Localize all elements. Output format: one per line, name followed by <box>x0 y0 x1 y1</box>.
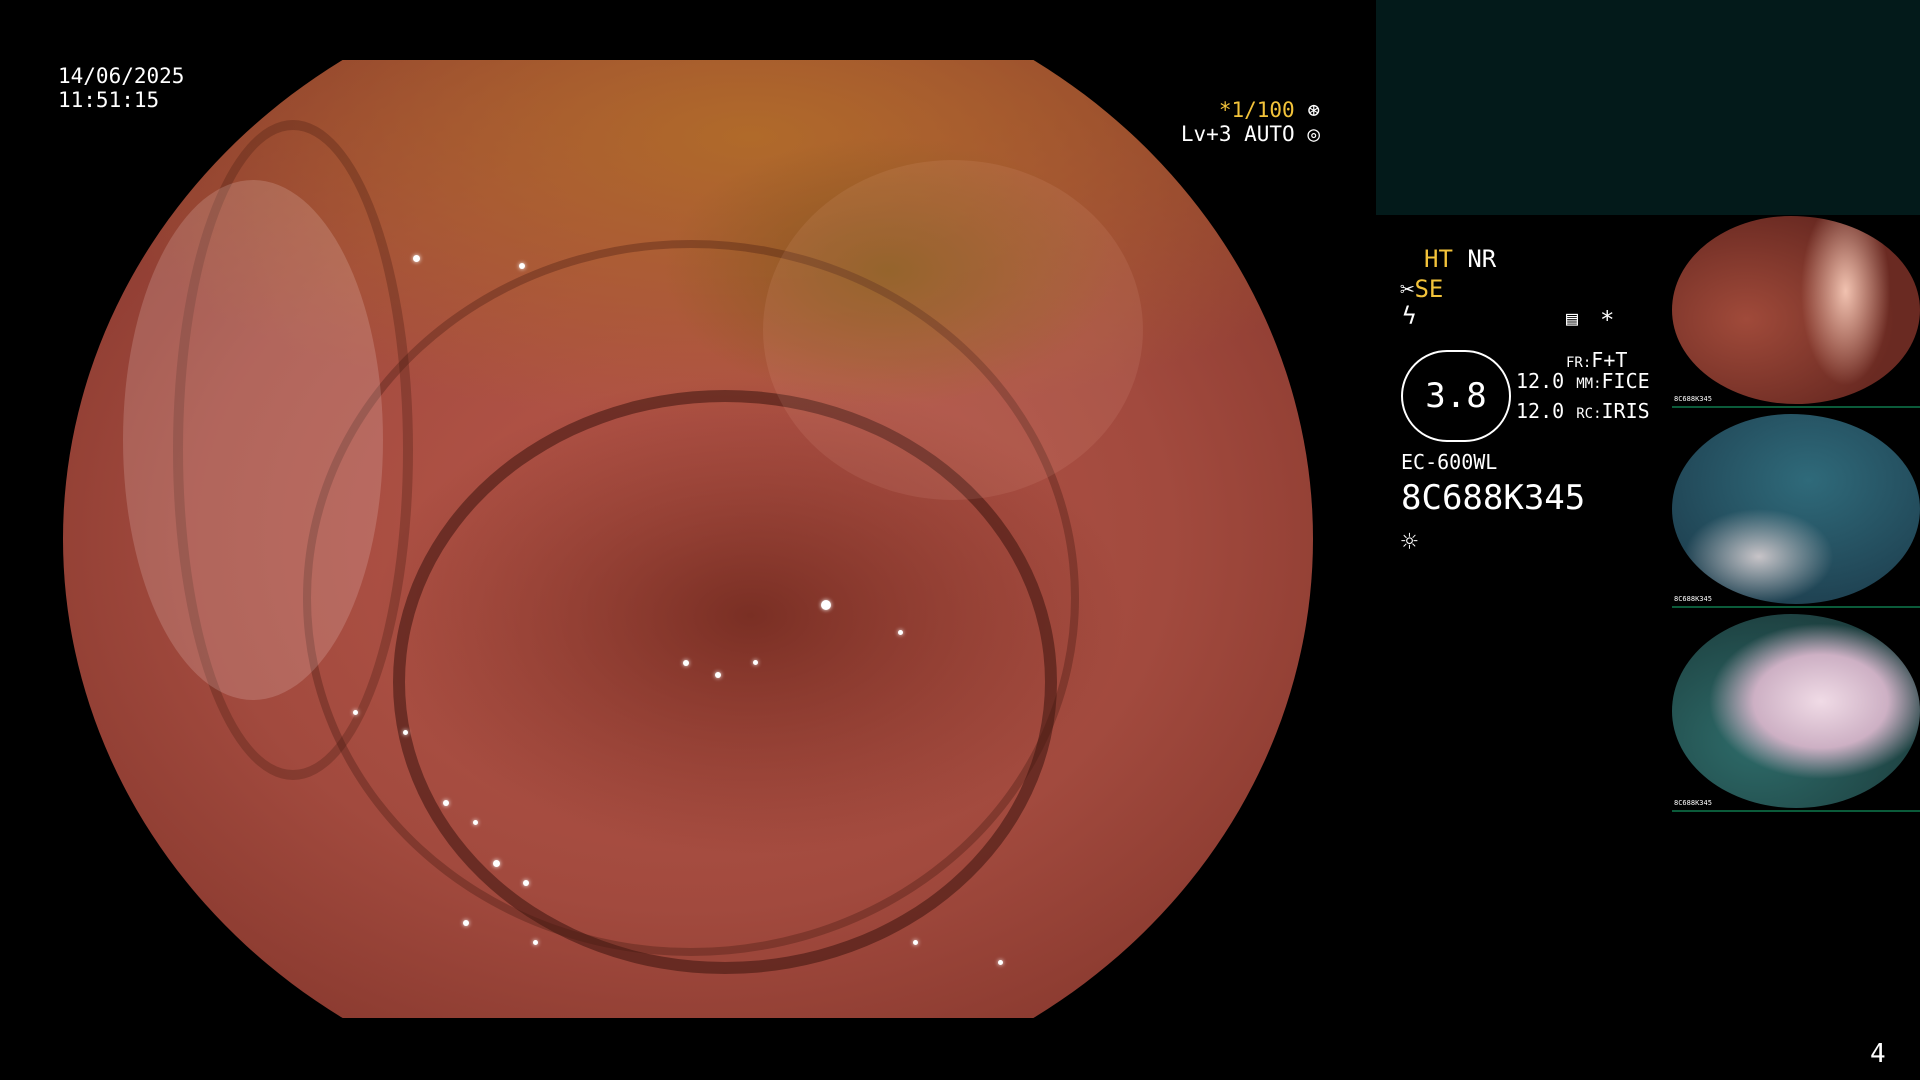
setting-row-fr: FR:F+T <box>1566 348 1627 375</box>
scope-serial: 8C688K345 <box>1401 478 1586 518</box>
light-reflection <box>443 800 449 806</box>
rc-label: RC: <box>1576 406 1602 422</box>
memory-icon: ▤ <box>1566 306 1579 330</box>
page-number: 4 <box>1870 1039 1886 1069</box>
light-reflection <box>353 710 358 715</box>
light-reflection <box>473 820 478 825</box>
shutter-icon: ⊛ <box>1307 98 1320 122</box>
level-text: Lv+3 AUTO <box>1180 122 1295 146</box>
thumbnail-label-1: 8C688K345 <box>1674 395 1712 403</box>
level-row: Lv+3 AUTO ◎ <box>1181 122 1320 146</box>
thumbnail-1[interactable]: 8C688K345 <box>1672 216 1920 408</box>
star-indicator: * <box>1600 306 1615 334</box>
gauge-value: 3.8 <box>1425 376 1487 416</box>
auto-iris-icon: ◎ <box>1307 122 1320 146</box>
thumbnail-label-3: 8C688K345 <box>1674 799 1712 807</box>
thumbnail-image-2 <box>1672 414 1920 604</box>
light-reflection <box>533 940 538 945</box>
light-reflection <box>753 660 758 665</box>
light-reflection <box>715 672 721 678</box>
light-reflection <box>413 255 420 262</box>
fr-value: F+T <box>1591 348 1628 372</box>
side-header-panel <box>1376 0 1920 215</box>
setting-row-rc: 12.0 RC:IRIS <box>1516 398 1650 428</box>
light-reflection <box>998 960 1003 965</box>
nr-label: NR <box>1467 245 1497 273</box>
scope-model: EC-600WL <box>1401 450 1498 474</box>
scissors-icon: ✂ <box>1400 275 1415 303</box>
rc-value: IRIS <box>1601 399 1650 423</box>
shutter-row: *1/100 ⊛ <box>1181 98 1320 122</box>
gauge-icon: 3.8 <box>1401 350 1511 442</box>
thumbnail-3[interactable]: 8C688K345 <box>1672 614 1920 812</box>
light-reflection <box>493 860 500 867</box>
scope-status: *1/100 ⊛ Lv+3 AUTO ◎ <box>1181 98 1320 146</box>
mm-label: MM: <box>1576 376 1602 392</box>
mucosal-highlight <box>763 160 1143 500</box>
se-label: SE <box>1414 275 1444 303</box>
light-reflection <box>913 940 918 945</box>
lightning-icon: ϟ <box>1402 302 1417 330</box>
thumbnail-image-3 <box>1672 614 1920 808</box>
endoscopy-main-view <box>63 60 1313 1018</box>
light-reflection <box>403 730 408 735</box>
light-reflection <box>463 920 469 926</box>
time-text: 11:51:15 <box>58 88 160 112</box>
light-reflection <box>519 263 525 269</box>
shutter-text: *1/100 <box>1218 98 1295 122</box>
light-reflection <box>523 880 529 886</box>
rc-value-left: 12.0 <box>1516 399 1565 423</box>
thumbnail-2[interactable]: 8C688K345 <box>1672 414 1920 608</box>
date-text: 14/06/2025 <box>58 64 185 88</box>
thumbnail-label-2: 8C688K345 <box>1674 595 1712 603</box>
mm-value-left: 12.0 <box>1516 369 1565 393</box>
light-reflection <box>898 630 903 635</box>
fr-label: FR: <box>1566 355 1592 371</box>
ht-label: HT <box>1424 245 1453 273</box>
se-row: ✂SE <box>1400 274 1443 304</box>
sun-icon: ☼ <box>1401 525 1418 558</box>
light-reflection <box>683 660 689 666</box>
thumbnail-image-1 <box>1672 216 1920 404</box>
settings-block: 12.0 MM:FICE 12.0 RC:IRIS <box>1516 368 1650 428</box>
datetime: 14/06/2025 11:51:15 <box>58 64 184 112</box>
mucosal-highlight <box>123 180 383 700</box>
light-reflection <box>821 600 831 610</box>
ht-nr-row: HT NR <box>1424 244 1496 274</box>
